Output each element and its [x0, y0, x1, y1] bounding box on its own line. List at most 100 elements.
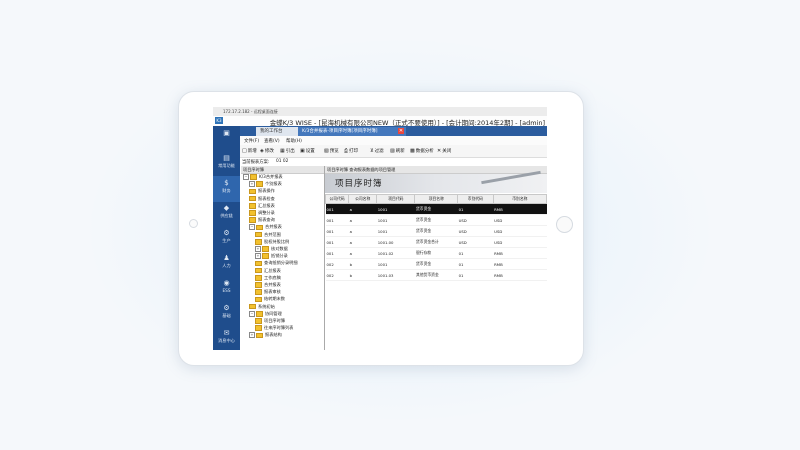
tree-node[interactable]: 报表查询 [249, 217, 275, 223]
journal-banner: 项目序时簿 [325, 170, 547, 193]
folder-icon [262, 253, 269, 259]
table-cell: 货币资金 [414, 258, 458, 270]
tree-node-label: 股权持股比例 [264, 238, 290, 244]
toolbar-label: 打印 [349, 149, 359, 154]
close-icon: ✕ [437, 148, 442, 154]
sidebar-item-8[interactable]: ✉ 消息中心 [213, 326, 240, 350]
sidebar-item-4[interactable]: ⚙ 生产 [213, 226, 240, 252]
expand-toggle-icon[interactable]: − [249, 224, 255, 231]
remote-desktop-title: 172.17.2.182 - 远程桌面连接 [223, 109, 278, 114]
scheme-bar: 当前报表方案: 01 02 [240, 158, 547, 166]
tree-node[interactable]: 工作底稿 [255, 275, 281, 281]
folder-icon [256, 311, 263, 317]
toolbar-label: 过滤 [374, 149, 384, 154]
expand-toggle-icon[interactable]: + [255, 253, 261, 260]
tab-project-journal[interactable]: K/3合并报表-项目序时簿[项目序时簿] ✕ [298, 127, 406, 136]
table-row[interactable]: 001 a 1001 货币资金 01 RMB [325, 203, 547, 215]
tree-node[interactable]: 合并报表 [255, 282, 281, 288]
tree-node[interactable]: 报表检查 [249, 196, 275, 202]
sidebar-item-1[interactable]: ▤ 常用功能 [213, 151, 240, 177]
toolbar-label: 预览 [329, 149, 339, 154]
tree-node[interactable]: 股权持股比例 [255, 239, 289, 245]
column-header[interactable]: 项目名称 [414, 194, 459, 204]
tree-node[interactable]: − 合并报表 [249, 224, 282, 231]
table-cell: 1001 [376, 258, 415, 270]
column-header[interactable]: 项目代码 [376, 194, 416, 204]
table-cell: 货币资金 [414, 203, 458, 215]
tree-node-label: 汇总报表 [258, 202, 275, 208]
tree-node[interactable]: + 抵销分录 [255, 253, 288, 260]
tree-node[interactable]: 汇总报表 [249, 203, 275, 209]
tree-node[interactable]: 项目序时簿 [255, 318, 285, 324]
tree-node[interactable]: 合并范围 [255, 232, 281, 238]
tab-my-workbench[interactable]: 我的工作台 [256, 127, 304, 136]
tree-node-label: 系统初始 [258, 303, 275, 309]
sidebar-item-5[interactable]: ♟ 人力 [213, 251, 240, 277]
table-cell: 1001.03 [376, 269, 415, 281]
toolbar-button-8[interactable]: ▩数据分析 [410, 148, 434, 154]
toolbar-button-5[interactable]: ⎙打印 [344, 148, 358, 154]
expand-toggle-icon[interactable]: + [249, 332, 255, 339]
tree-node[interactable]: + 核对数据 [255, 246, 288, 252]
column-header[interactable]: 公司代码 [324, 194, 350, 204]
table-row[interactable]: 002 b 1001 货币资金 01 RMB [325, 258, 547, 270]
sidebar-item-label: 生产 [222, 238, 231, 243]
scheme-value[interactable]: 01 02 [276, 159, 288, 164]
toolbar-button-4[interactable]: ▧预览 [324, 148, 339, 154]
expand-toggle-icon[interactable]: − [243, 174, 249, 180]
menu-file[interactable]: 文件(F) [244, 138, 259, 144]
tree-node-label: 往来序时簿列表 [264, 325, 294, 331]
tree-node-label: 报表查询 [258, 217, 275, 223]
tree-node-label: 合并范围 [264, 231, 281, 237]
column-header[interactable]: 公司名称 [348, 194, 378, 204]
toolbar-button-0[interactable]: □新增 [242, 148, 257, 154]
table-cell: 001 [325, 214, 349, 226]
close-tab-icon[interactable]: ✕ [398, 128, 404, 134]
ess-icon: ◉ [223, 279, 230, 287]
sidebar-item-2[interactable]: $ 财务 [213, 176, 240, 202]
tree-node-label: 报表审核 [264, 289, 281, 295]
app-logo-icon: K3 [215, 117, 223, 124]
table-cell: 001 [325, 203, 349, 215]
tree-node[interactable]: − 协同管理 [249, 310, 282, 317]
expand-toggle-icon[interactable]: + [249, 181, 255, 188]
table-cell: RMB [493, 203, 547, 215]
toolbar-button-9[interactable]: ✕关闭 [437, 148, 451, 154]
tree-node[interactable]: 报表审核 [255, 289, 281, 295]
tree-node[interactable]: − K/3合并报表 [243, 174, 283, 180]
table-row[interactable]: 001 a 1001 货币资金 USD USD [325, 225, 547, 237]
tree-node[interactable]: + 个别报表 [249, 181, 282, 188]
table-cell: USD [457, 236, 494, 248]
sidebar-item-3[interactable]: ◆ 供应链 [213, 201, 240, 227]
toolbar-button-2[interactable]: ▦引出 [280, 148, 295, 154]
toolbar-button-6[interactable]: ⊻过滤 [370, 148, 384, 154]
table-cell: 1001.02 [376, 247, 415, 259]
scheme-label: 当前报表方案: [242, 160, 270, 165]
tree-node[interactable]: 汇总报表 [255, 268, 281, 274]
tree-node[interactable]: + 报表结构 [249, 332, 282, 339]
menu-view[interactable]: 查看(V) [264, 138, 280, 144]
table-row[interactable]: 001 a 1001 货币资金 USD USD [325, 214, 547, 226]
toolbar-button-7[interactable]: ▨刷新 [390, 148, 405, 154]
expand-toggle-icon[interactable]: + [255, 246, 261, 252]
column-header[interactable]: 币别名称 [492, 194, 547, 204]
tree-node[interactable]: 调整分录 [249, 210, 275, 216]
table-row[interactable]: 001 a 1001.02 银行存款 01 RMB [325, 247, 547, 259]
toolbar-button-3[interactable]: ▣设置 [300, 148, 315, 154]
tree-node[interactable]: 结转期末数 [255, 296, 285, 303]
sidebar-item-7[interactable]: ⚙ 基础 [213, 301, 240, 327]
sidebar-item-label: 财务 [222, 188, 231, 193]
sidebar-item-0[interactable]: ▣ [213, 126, 240, 152]
tree-node[interactable]: 往来序时簿列表 [255, 325, 293, 331]
tree-node[interactable]: 系统初始 [249, 304, 275, 310]
tree-node[interactable]: 报表操作 [249, 188, 275, 195]
table-row[interactable]: 002 b 1001.03 其他货币资金 01 RMB [325, 269, 547, 281]
tree-node[interactable]: 查询抵销分录明细 [255, 260, 298, 267]
column-header[interactable]: 币别代码 [457, 194, 494, 204]
expand-toggle-icon[interactable]: − [249, 310, 255, 317]
table-row[interactable]: 001 a 1001.00 货币资金合计 USD USD [325, 236, 547, 248]
menu-help[interactable]: 帮助(H) [286, 138, 302, 144]
sidebar-item-6[interactable]: ◉ ESS [213, 276, 240, 302]
home-button[interactable] [556, 216, 573, 233]
toolbar-button-1[interactable]: ◈修改 [260, 148, 274, 154]
